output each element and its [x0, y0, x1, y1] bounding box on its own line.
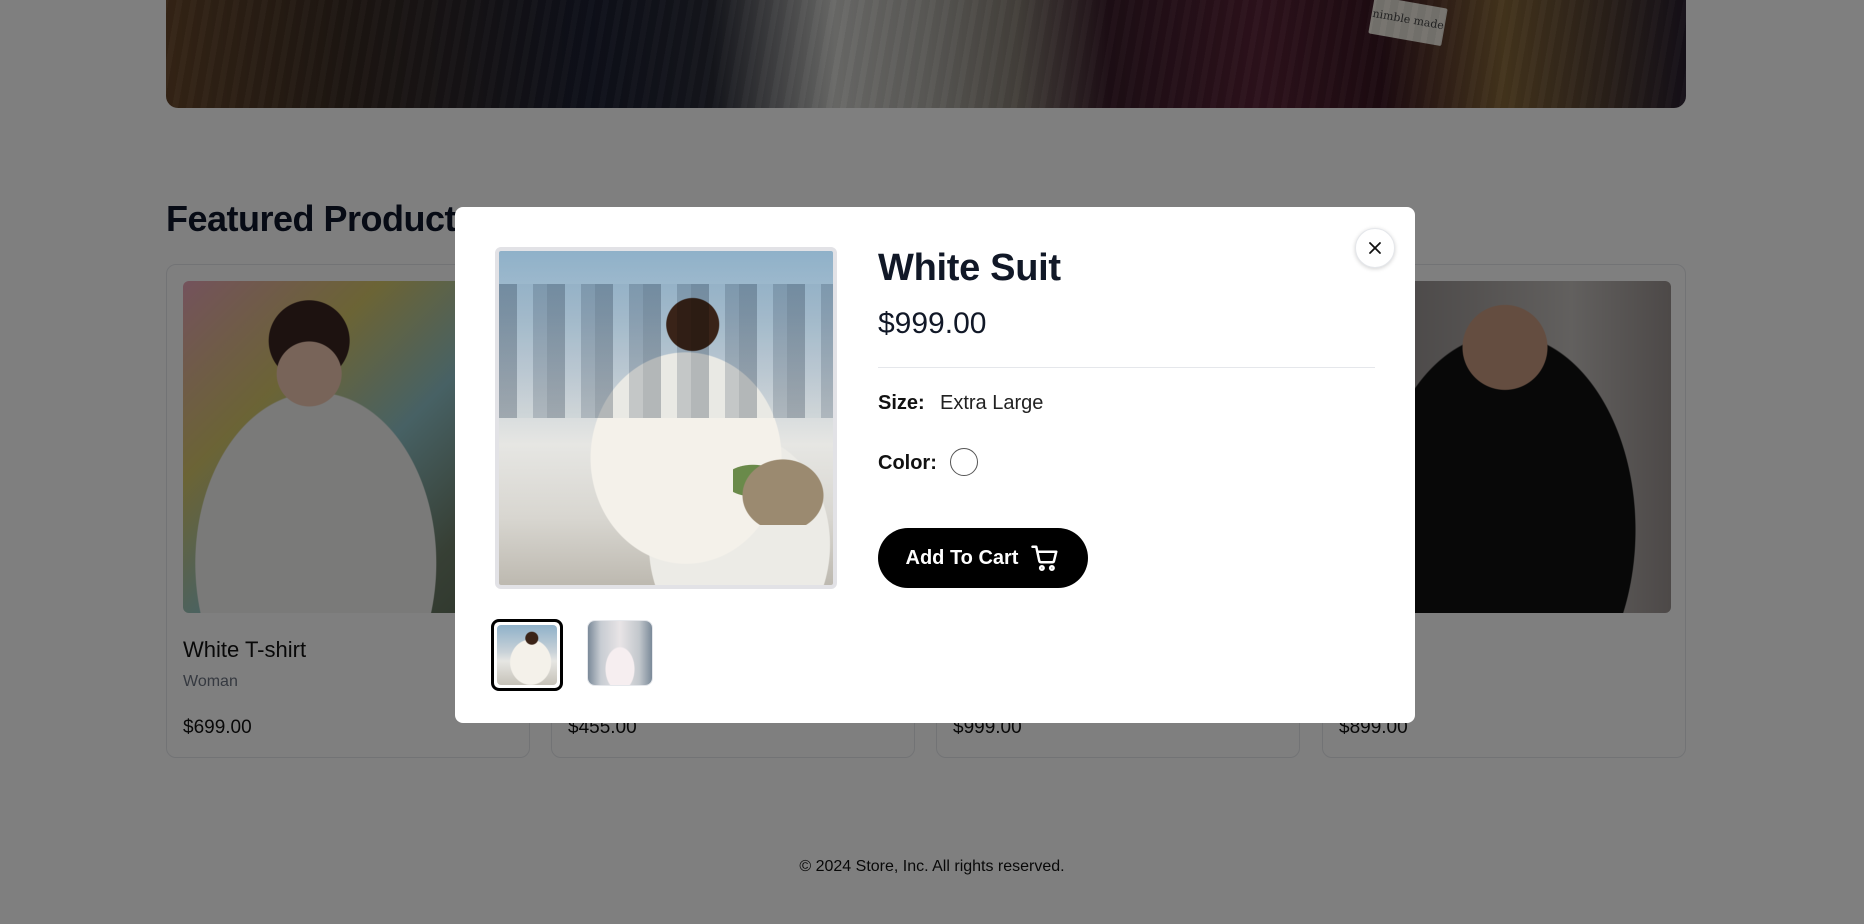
product-main-image: [495, 247, 837, 589]
close-modal-button[interactable]: [1355, 228, 1395, 268]
color-swatch-white[interactable]: [950, 448, 978, 476]
add-to-cart-button[interactable]: Add To Cart: [878, 528, 1088, 588]
product-thumbnail-selected[interactable]: [491, 619, 563, 691]
thumbnail-image: [588, 621, 652, 685]
size-value: Extra Large: [940, 392, 1044, 414]
color-label: Color:: [878, 452, 937, 474]
size-label: Size:: [878, 392, 925, 414]
thumbnail-image: [497, 625, 557, 685]
shopping-cart-icon: [1031, 545, 1058, 572]
product-quick-view-modal: White Suit $999.00 Size: Extra Large Col…: [455, 207, 1415, 723]
white-suit-photo: [499, 251, 833, 585]
add-to-cart-label: Add To Cart: [905, 546, 1019, 569]
divider: [878, 367, 1375, 368]
close-icon: [1369, 242, 1381, 254]
product-price: $999.00: [878, 307, 987, 340]
product-thumbnail[interactable]: [587, 620, 653, 686]
product-title: White Suit: [878, 247, 1061, 289]
